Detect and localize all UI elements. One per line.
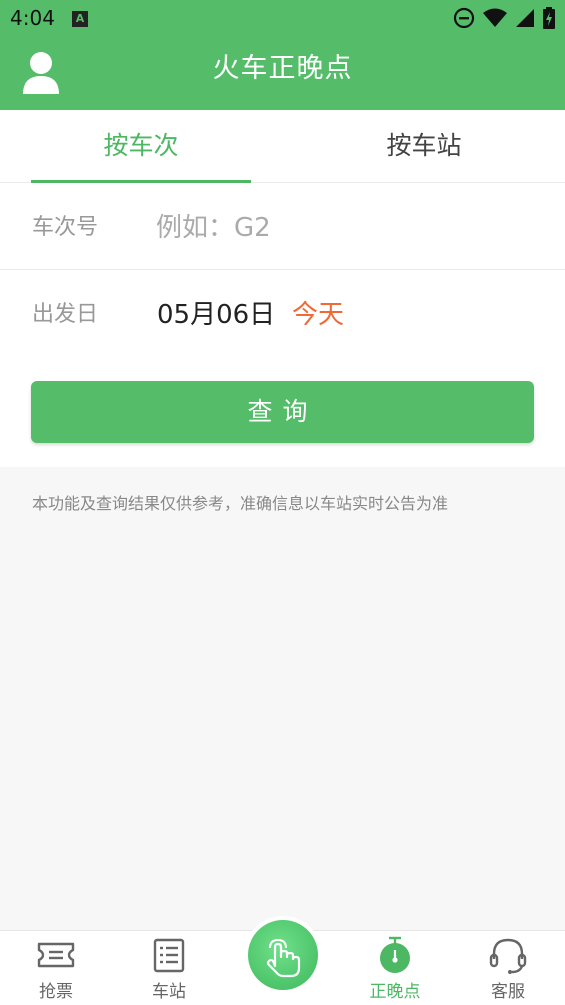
- headset-icon: [489, 938, 527, 974]
- page-title: 火车正晚点: [212, 53, 353, 84]
- train-number-label: 车次号: [32, 215, 99, 240]
- nav-label-tickets: 抢票: [39, 982, 73, 1002]
- center-action-circle: [248, 920, 318, 990]
- train-number-row: 车次号: [0, 183, 565, 270]
- tab-by-train[interactable]: 按车次: [0, 110, 282, 182]
- ticket-icon: [37, 942, 75, 968]
- departure-date-row[interactable]: 出发日 05月06日 今天: [0, 270, 565, 356]
- query-button[interactable]: 查询: [31, 381, 534, 443]
- nav-label-support: 客服: [491, 982, 525, 1002]
- nav-item-tickets[interactable]: 抢票: [11, 931, 101, 1005]
- tab-by-station[interactable]: 按车站: [283, 110, 565, 182]
- status-time: 4:04: [10, 6, 55, 30]
- battery-icon: [543, 7, 555, 29]
- departure-date-label: 出发日: [32, 302, 99, 327]
- status-bar: 4:04 A: [0, 0, 565, 36]
- nav-item-stations[interactable]: 车站: [124, 931, 214, 1005]
- nav-label-punctuality: 正晚点: [369, 982, 421, 1002]
- notification-icon: A: [72, 11, 88, 27]
- nav-label-stations: 车站: [152, 982, 186, 1002]
- signal-icon: [516, 9, 534, 27]
- do-not-disturb-icon: [453, 7, 475, 29]
- wifi-icon: [483, 8, 507, 27]
- center-action-button[interactable]: [244, 916, 322, 994]
- list-icon: [153, 938, 185, 973]
- status-icons: [453, 6, 555, 30]
- query-form: 车次号 出发日 05月06日 今天 查询: [0, 183, 565, 467]
- departure-date-value[interactable]: 05月06日: [157, 270, 275, 360]
- app-header: 火车正晚点: [0, 36, 565, 110]
- disclaimer-text: 本功能及查询结果仅供参考，准确信息以车站实时公告为准: [32, 494, 449, 513]
- timer-icon: [380, 936, 410, 973]
- nav-item-support[interactable]: 客服: [463, 931, 553, 1005]
- nav-item-punctuality[interactable]: 正晚点: [350, 931, 440, 1005]
- train-number-input[interactable]: [156, 203, 516, 253]
- today-badge: 今天: [292, 300, 345, 330]
- tab-bar: 按车次 按车站: [0, 110, 565, 183]
- tap-hand-icon: [266, 938, 301, 978]
